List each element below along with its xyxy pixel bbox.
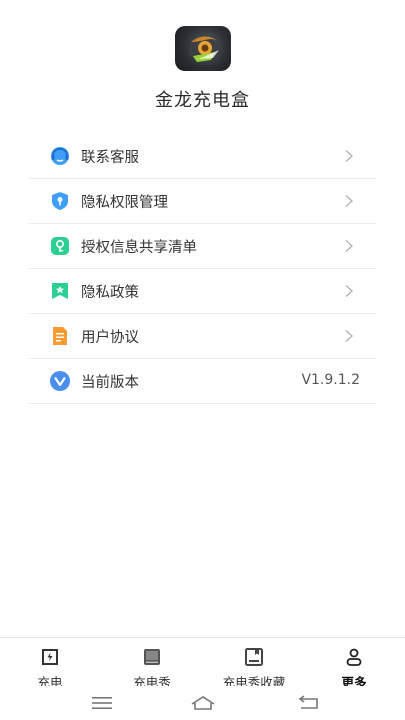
- menu-item-contact-service[interactable]: 联系客服: [29, 134, 376, 179]
- policy-bookmark-icon: [49, 280, 71, 302]
- dragon-app-icon: [175, 26, 231, 71]
- menu-item-authorization-list[interactable]: 授权信息共享清单: [29, 224, 376, 269]
- customer-service-icon: [49, 145, 71, 167]
- chevron-right-icon: [345, 195, 353, 207]
- menu-item-label: 用户协议: [81, 329, 139, 346]
- favorites-icon: [245, 648, 263, 666]
- menu-item-label: 隐私权限管理: [81, 194, 168, 211]
- authorization-icon: [49, 235, 71, 257]
- menu-item-label: 联系客服: [81, 149, 139, 166]
- version-v-icon: [49, 370, 71, 392]
- chevron-right-icon: [345, 150, 353, 162]
- bottom-tab-bar: 充电 充电秀 充电秀收藏 更多: [0, 637, 405, 690]
- app-name: 金龙充电盒: [155, 90, 250, 111]
- chevron-right-icon: [345, 240, 353, 252]
- charge-icon: [42, 649, 58, 665]
- menu-item-privacy-permissions[interactable]: 隐私权限管理: [29, 179, 376, 224]
- menu-item-current-version[interactable]: 当前版本 V1.9.1.2: [29, 359, 376, 404]
- system-navigation-bar: [0, 686, 405, 720]
- more-user-icon: [346, 648, 362, 666]
- chevron-right-icon: [345, 285, 353, 297]
- chevron-right-icon: [345, 330, 353, 342]
- menu-item-label: 当前版本: [81, 374, 139, 391]
- tab-charge-show[interactable]: 充电秀: [102, 638, 202, 690]
- privacy-shield-icon: [49, 190, 71, 212]
- tab-more[interactable]: 更多: [304, 638, 404, 690]
- menu-item-label: 隐私政策: [81, 284, 139, 301]
- settings-menu: 联系客服 隐私权限管理 授权信息共享清单 隐私政策 用户协议 当前版本 V1.9…: [29, 134, 376, 404]
- menu-item-label: 授权信息共享清单: [81, 239, 197, 256]
- charge-show-icon: [144, 649, 160, 665]
- tab-charge-show-favorites[interactable]: 充电秀收藏: [204, 638, 304, 690]
- agreement-doc-icon: [49, 325, 71, 347]
- tab-charge[interactable]: 充电: [0, 638, 100, 690]
- menu-icon[interactable]: [88, 694, 116, 712]
- back-icon[interactable]: [295, 694, 323, 712]
- app-header: 金龙充电盒: [0, 0, 405, 120]
- menu-item-privacy-policy[interactable]: 隐私政策: [29, 269, 376, 314]
- version-number: V1.9.1.2: [301, 372, 360, 388]
- menu-item-user-agreement[interactable]: 用户协议: [29, 314, 376, 359]
- home-icon[interactable]: [189, 694, 217, 712]
